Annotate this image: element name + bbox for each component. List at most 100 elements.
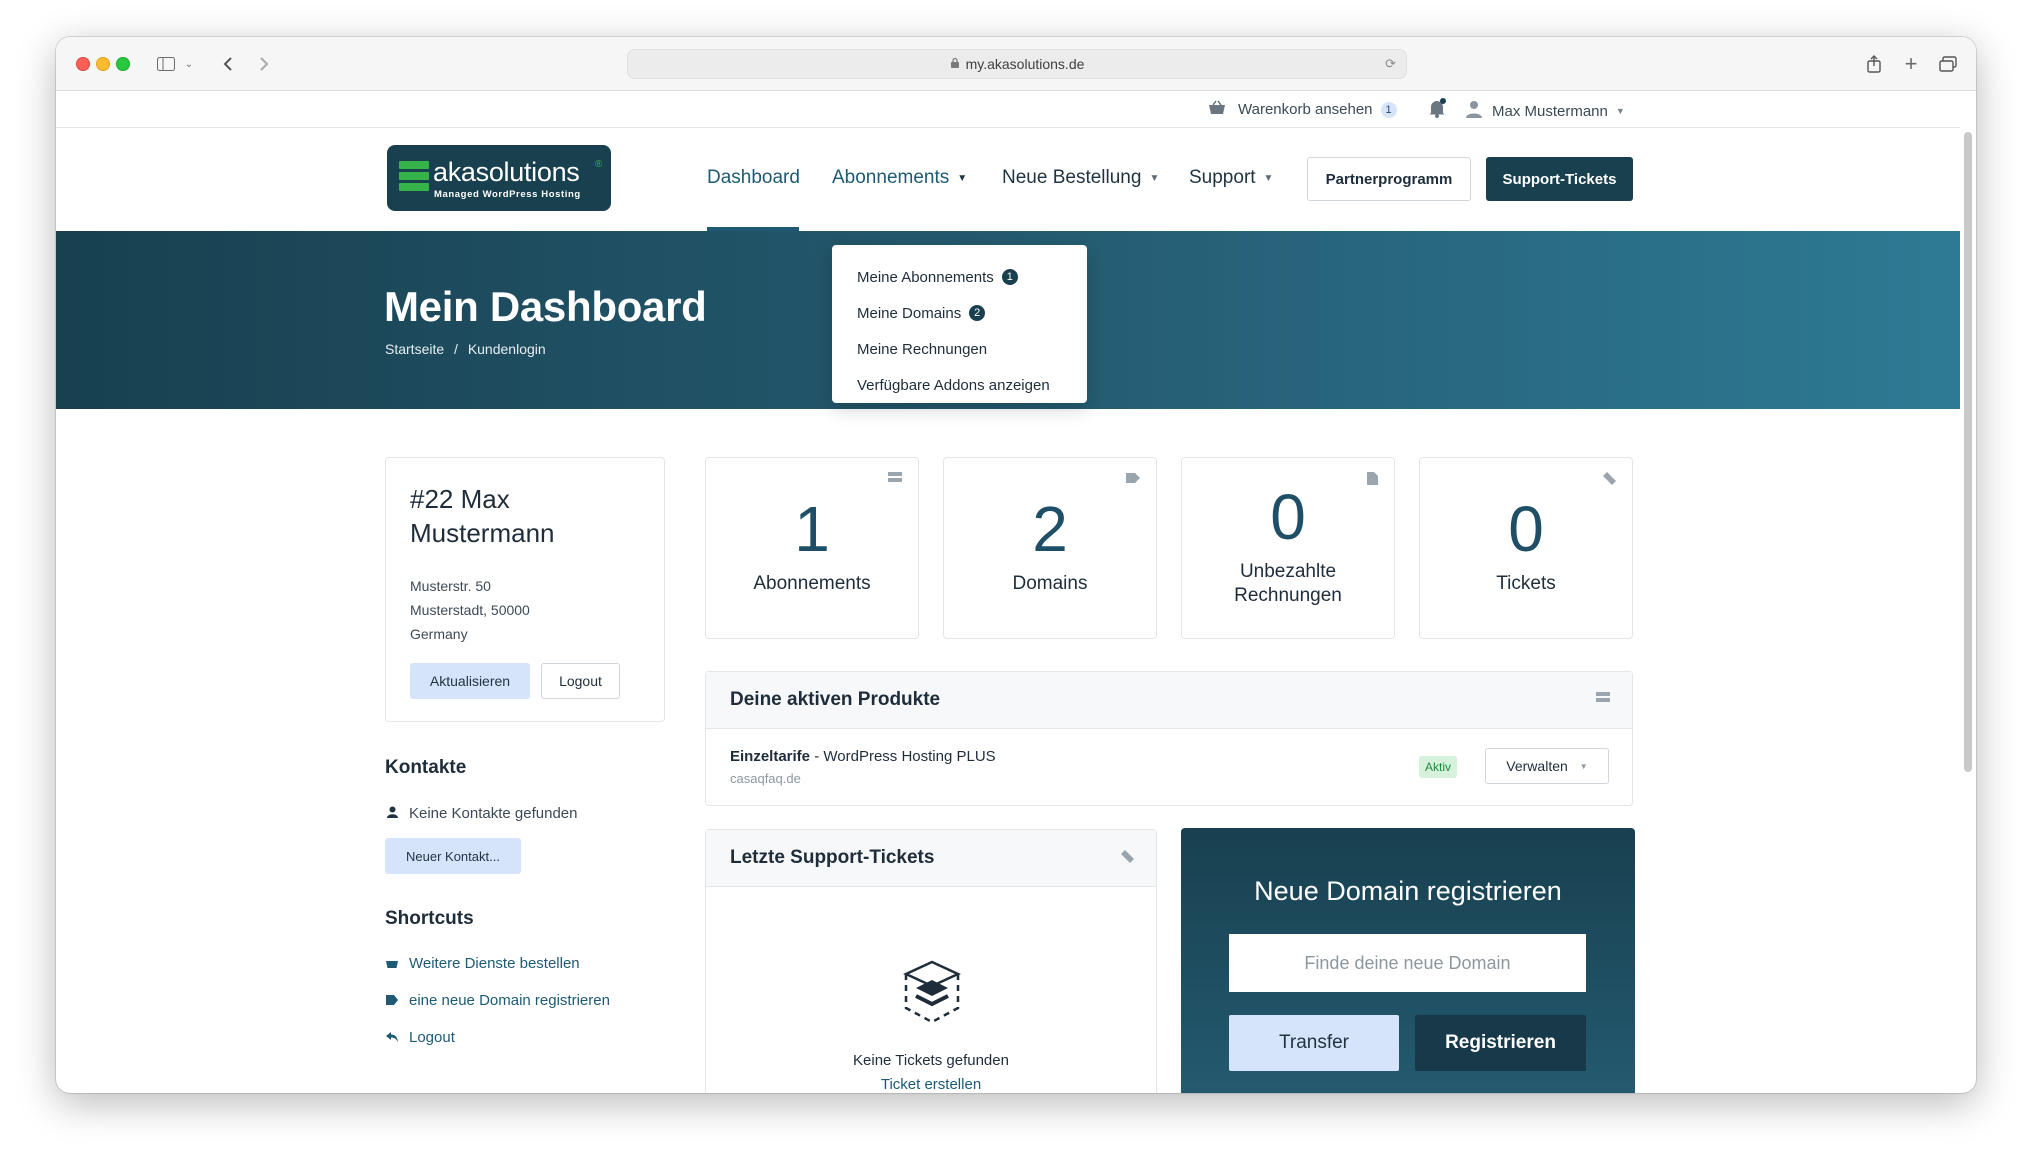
basket-icon [385, 957, 399, 971]
cart-count-badge: 1 [1380, 101, 1397, 118]
stat-tile-abonnements[interactable]: 1 Abonnements [705, 457, 919, 639]
menu-item-meine-abonnements[interactable]: Meine Abonnements 1 [832, 259, 1087, 295]
stat-value: 0 [1508, 493, 1544, 565]
breadcrumb-home[interactable]: Startseite [385, 341, 444, 357]
caret-down-icon: ▼ [957, 172, 968, 184]
browser-window: ⌄ my.akasolutions.de ⟳ + Warenkorb anseh… [56, 37, 1976, 1093]
panel-title: Letzte Support-Tickets [730, 847, 935, 868]
stat-value: 0 [1270, 481, 1306, 553]
browser-toolbar: ⌄ my.akasolutions.de ⟳ + [56, 37, 1976, 91]
profile-card: #22 Max Mustermann Musterstr. 50 Musters… [385, 457, 665, 722]
logo-name: akasolutions [433, 157, 580, 187]
manage-product-button[interactable]: Verwalten ▼ [1485, 748, 1609, 784]
register-button[interactable]: Registrieren [1415, 1015, 1586, 1071]
nav-support-label: Support [1189, 167, 1256, 188]
menu-item-meine-rechnungen[interactable]: Meine Rechnungen [832, 331, 1087, 367]
contacts-title: Kontakte [385, 757, 467, 778]
shortcuts-title: Shortcuts [385, 908, 474, 929]
page-scrollbar[interactable] [1964, 132, 1972, 772]
breadcrumb-current: Kundenlogin [467, 341, 546, 357]
shortcut-order-services[interactable]: Weitere Dienste bestellen [385, 955, 580, 972]
forward-icon[interactable] [252, 51, 276, 77]
user-menu[interactable]: Max Mustermann ▼ [1466, 100, 1625, 122]
update-profile-button[interactable]: Aktualisieren [410, 663, 530, 699]
basket-icon [1208, 100, 1226, 119]
server-icon [1596, 692, 1610, 707]
product-group: Einzeltarife [730, 748, 811, 765]
stat-label: Abonnements [753, 573, 871, 594]
stat-tile-tickets[interactable]: 0 Tickets [1419, 457, 1633, 639]
panel-header: Deine aktiven Produkte [706, 672, 1632, 729]
tab-overview-icon[interactable] [1936, 51, 1960, 77]
product-title[interactable]: Einzeltarife - WordPress Hosting PLUS [730, 748, 996, 765]
profile-name: #22 Max Mustermann [410, 484, 555, 548]
page-title: Mein Dashboard [384, 283, 707, 330]
shortcut-label: Logout [409, 1029, 455, 1046]
support-tickets-button[interactable]: Support-Tickets [1486, 157, 1633, 201]
back-icon[interactable] [216, 51, 240, 77]
stat-value: 2 [1032, 493, 1068, 565]
domain-panel-title: Neue Domain registrieren [1254, 876, 1562, 906]
create-ticket-link[interactable]: Ticket erstellen [706, 1076, 1156, 1093]
stat-label: Unbezahlte Rechnungen [1234, 561, 1342, 606]
domain-search-input[interactable] [1229, 934, 1586, 992]
menu-item-meine-domains[interactable]: Meine Domains 2 [832, 295, 1087, 331]
nav-dashboard[interactable]: Dashboard [707, 167, 800, 189]
notification-bell-icon[interactable] [1428, 98, 1446, 118]
shortcut-register-domain[interactable]: eine neue Domain registrieren [385, 992, 610, 1009]
count-badge: 2 [969, 305, 986, 321]
nav-neue-bestellung[interactable]: Neue Bestellung ▼ [1002, 167, 1159, 189]
abonnements-dropdown-menu: Meine Abonnements 1 Meine Domains 2 Mein… [832, 245, 1087, 403]
nav-dashboard-label: Dashboard [707, 167, 800, 188]
stat-tile-rechnungen[interactable]: 0 Unbezahlte Rechnungen [1181, 457, 1395, 639]
nav-support[interactable]: Support ▼ [1189, 167, 1273, 189]
maximize-window-button[interactable] [116, 57, 130, 71]
reload-icon[interactable]: ⟳ [1385, 56, 1396, 72]
count-badge: 1 [1001, 269, 1018, 285]
server-stack-icon [399, 161, 429, 193]
ticket-icon [1121, 850, 1134, 866]
ticket-icon [1603, 472, 1616, 488]
stat-value: 1 [794, 493, 830, 565]
url-text: my.akasolutions.de [965, 56, 1085, 72]
nav-abonnements[interactable]: Abonnements ▼ [832, 167, 967, 189]
share-icon[interactable] [1862, 51, 1886, 77]
contacts-empty: Keine Kontakte gefunden [385, 805, 577, 822]
product-separator: - [810, 748, 824, 765]
new-contact-button[interactable]: Neuer Kontakt... [385, 838, 521, 874]
shortcut-label: Weitere Dienste bestellen [409, 955, 580, 972]
cart-label: Warenkorb ansehen [1238, 101, 1373, 118]
tickets-empty: Keine Tickets gefunden [853, 1052, 1009, 1069]
profile-country: Germany [410, 626, 468, 642]
caret-down-icon: ▼ [1149, 172, 1160, 184]
chevron-down-icon[interactable]: ⌄ [182, 51, 196, 77]
close-window-button[interactable] [76, 57, 90, 71]
profile-street: Musterstr. 50 [410, 578, 491, 594]
breadcrumb: Startseite / Kundenlogin [385, 341, 552, 357]
transfer-button[interactable]: Transfer [1229, 1015, 1399, 1071]
sidebar-toggle-icon[interactable] [154, 51, 178, 77]
menu-item-label: Verfügbare Addons anzeigen [857, 376, 1050, 394]
user-icon [1466, 100, 1482, 122]
menu-item-addons[interactable]: Verfügbare Addons anzeigen [832, 367, 1087, 403]
cart-link[interactable]: Warenkorb ansehen 1 [1208, 100, 1397, 119]
contacts-empty-text: Keine Kontakte gefunden [409, 805, 578, 822]
shortcut-logout[interactable]: Logout [385, 1029, 455, 1046]
stat-tile-domains[interactable]: 2 Domains [943, 457, 1157, 639]
caret-down-icon: ▼ [1579, 761, 1588, 771]
manage-label: Verwalten [1506, 758, 1568, 774]
address-bar[interactable]: my.akasolutions.de ⟳ [627, 49, 1407, 79]
new-tab-icon[interactable]: + [1899, 51, 1923, 77]
minimize-window-button[interactable] [96, 57, 110, 71]
logout-button[interactable]: Logout [541, 663, 620, 699]
partner-program-button[interactable]: Partnerprogramm [1307, 157, 1471, 201]
logo-registered-mark: ® [595, 159, 603, 170]
site-header: akasolutions ® Managed WordPress Hosting… [56, 129, 1960, 232]
brand-logo[interactable]: akasolutions ® Managed WordPress Hosting [387, 145, 611, 211]
tag-icon [385, 994, 399, 1008]
active-products-panel: Deine aktiven Produkte Einzeltarife - Wo… [705, 671, 1633, 806]
breadcrumb-separator: / [454, 341, 458, 357]
user-icon [385, 806, 399, 821]
caret-down-icon: ▼ [1615, 106, 1625, 116]
user-name: Max Mustermann [1492, 102, 1608, 120]
